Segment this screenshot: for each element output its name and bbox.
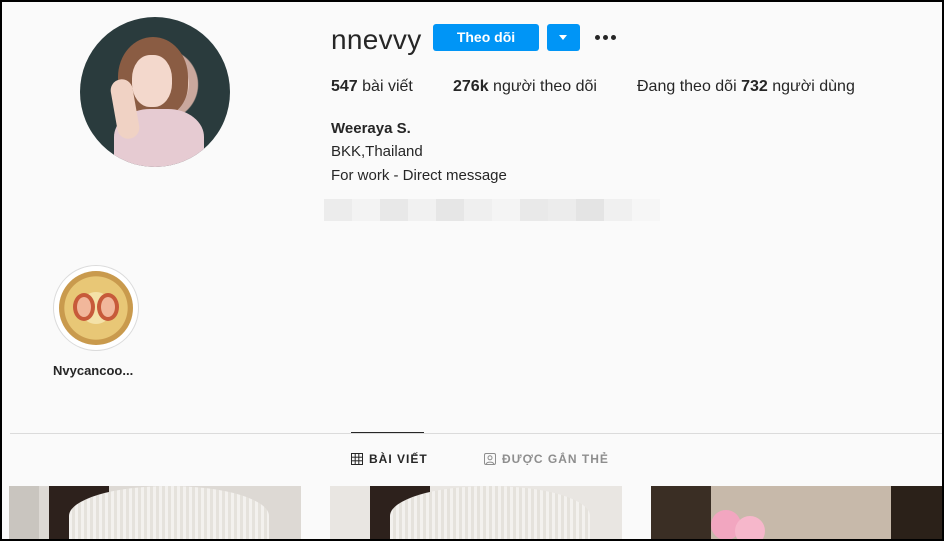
tab-posts-label: BÀI VIẾT — [369, 452, 428, 466]
posts-label: bài viết — [362, 78, 413, 95]
bio-note: For work - Direct message — [331, 167, 507, 184]
shrimp-shape — [73, 293, 95, 321]
following-stat[interactable]: Đang theo dõi 732 người dùng — [637, 78, 855, 96]
following-suffix: người dùng — [772, 78, 855, 95]
bio-full-name: Weeraya S. — [331, 120, 411, 137]
more-options-button[interactable] — [594, 29, 620, 45]
profile-avatar[interactable] — [80, 17, 230, 167]
post-thumbnail[interactable] — [9, 486, 301, 539]
chevron-down-icon — [559, 35, 567, 40]
tagged-icon — [484, 453, 496, 465]
following-prefix: Đang theo dõi — [637, 78, 737, 95]
post-hat — [69, 486, 269, 539]
more-dots-icon — [603, 35, 608, 40]
post-hat — [390, 486, 590, 539]
suggested-dropdown-button[interactable] — [547, 24, 580, 51]
post-background — [9, 486, 39, 539]
followers-stat[interactable]: 276k người theo dõi — [453, 78, 597, 96]
post-thumbnail[interactable] — [651, 486, 942, 539]
tab-posts[interactable]: BÀI VIẾT — [351, 452, 428, 466]
avatar-face — [132, 55, 172, 107]
post-thumbnail[interactable] — [330, 486, 622, 539]
highlight-label: Nvycancoo... — [53, 363, 134, 378]
more-dots-icon — [595, 35, 600, 40]
post-mirror-frame — [651, 486, 711, 539]
posts-count: 547 — [331, 78, 358, 95]
tabs-divider — [10, 433, 942, 434]
followers-count: 276k — [453, 78, 489, 95]
profile-page: nnevvy Theo dõi 547 bài viết 276k người … — [0, 0, 944, 541]
active-tab-indicator — [351, 432, 424, 433]
follow-button[interactable]: Theo dõi — [433, 24, 539, 51]
blurred-link — [324, 199, 660, 221]
following-count: 732 — [741, 78, 768, 95]
post-flower — [735, 516, 765, 539]
tab-tagged[interactable]: ĐƯỢC GẮN THẺ — [484, 452, 609, 466]
story-highlight[interactable] — [53, 265, 139, 351]
shrimp-shape — [97, 293, 119, 321]
tab-tagged-label: ĐƯỢC GẮN THẺ — [502, 452, 609, 466]
more-dots-icon — [611, 35, 616, 40]
posts-stat: 547 bài viết — [331, 78, 413, 96]
post-hair — [891, 486, 942, 539]
followers-label: người theo dõi — [493, 78, 597, 95]
highlight-thumbnail — [59, 271, 133, 345]
profile-username: nnevvy — [331, 24, 422, 55]
bio-location: BKK,Thailand — [331, 143, 423, 160]
grid-icon — [351, 453, 363, 465]
